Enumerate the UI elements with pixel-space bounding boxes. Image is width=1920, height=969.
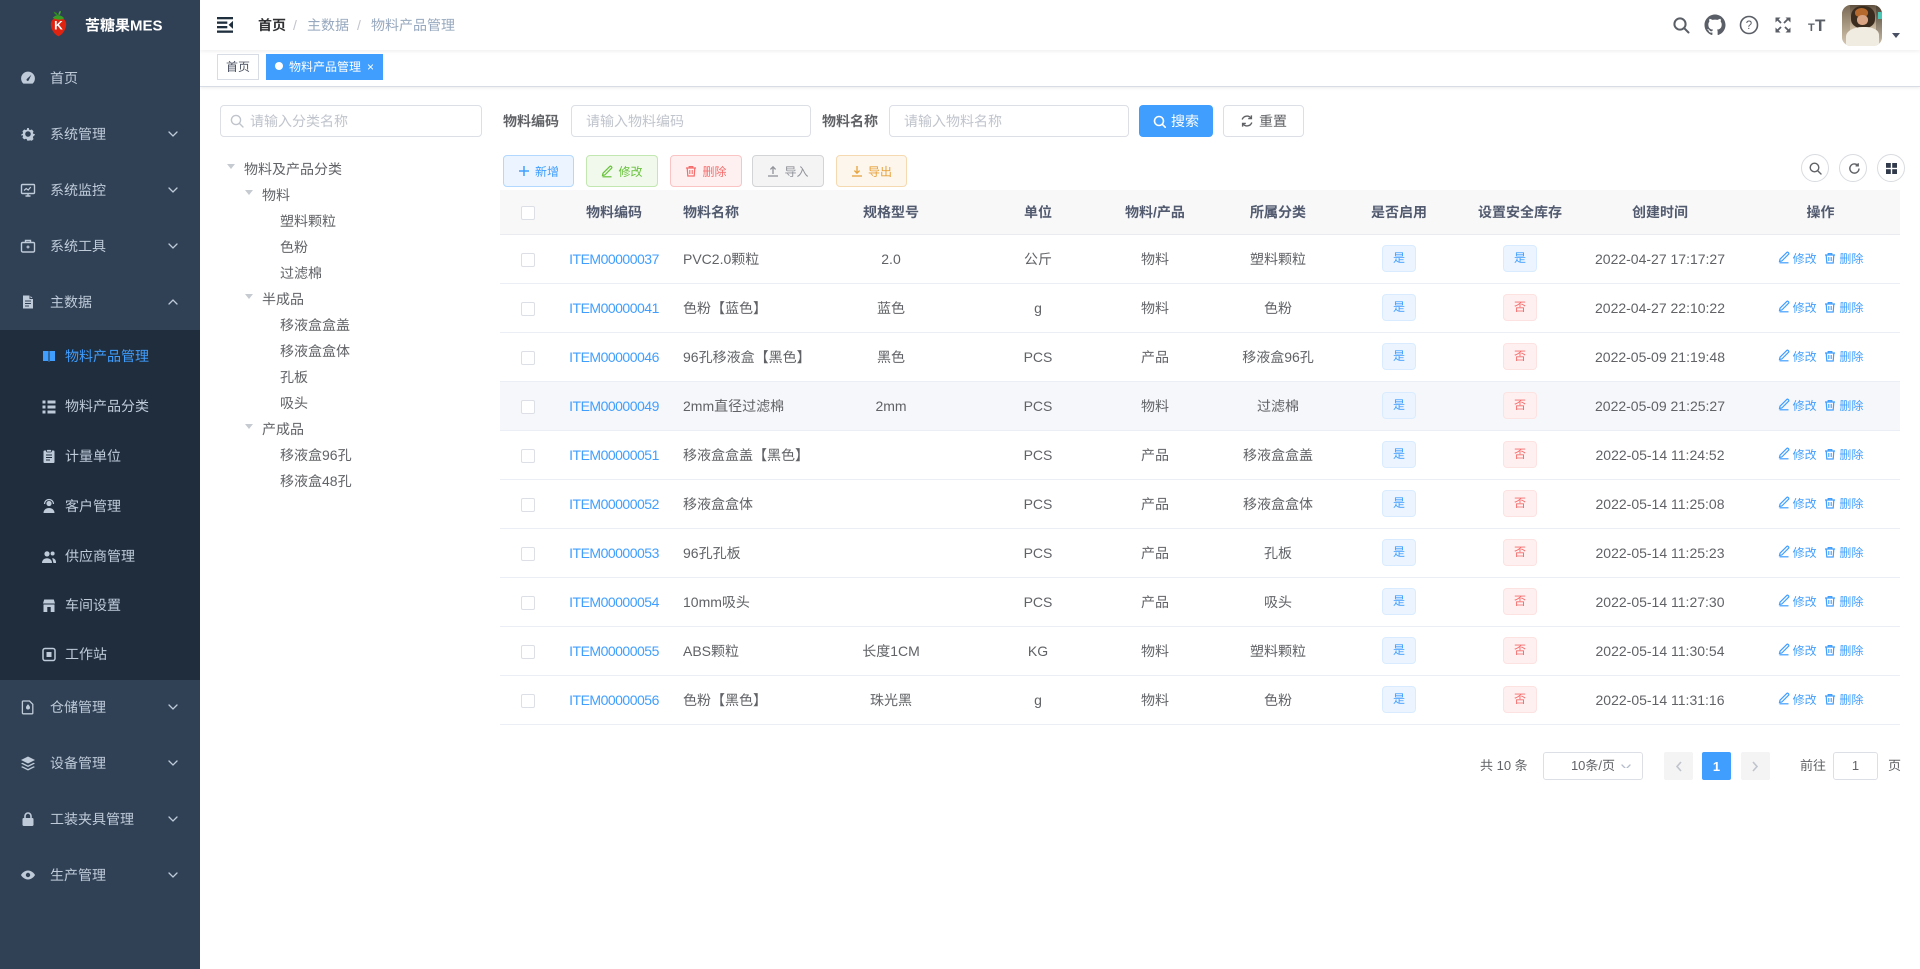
svg-text:T: T [1815,16,1826,34]
svg-text:K: K [54,19,63,33]
svg-text:?: ? [1746,20,1752,32]
svg-text:T: T [1808,22,1815,34]
